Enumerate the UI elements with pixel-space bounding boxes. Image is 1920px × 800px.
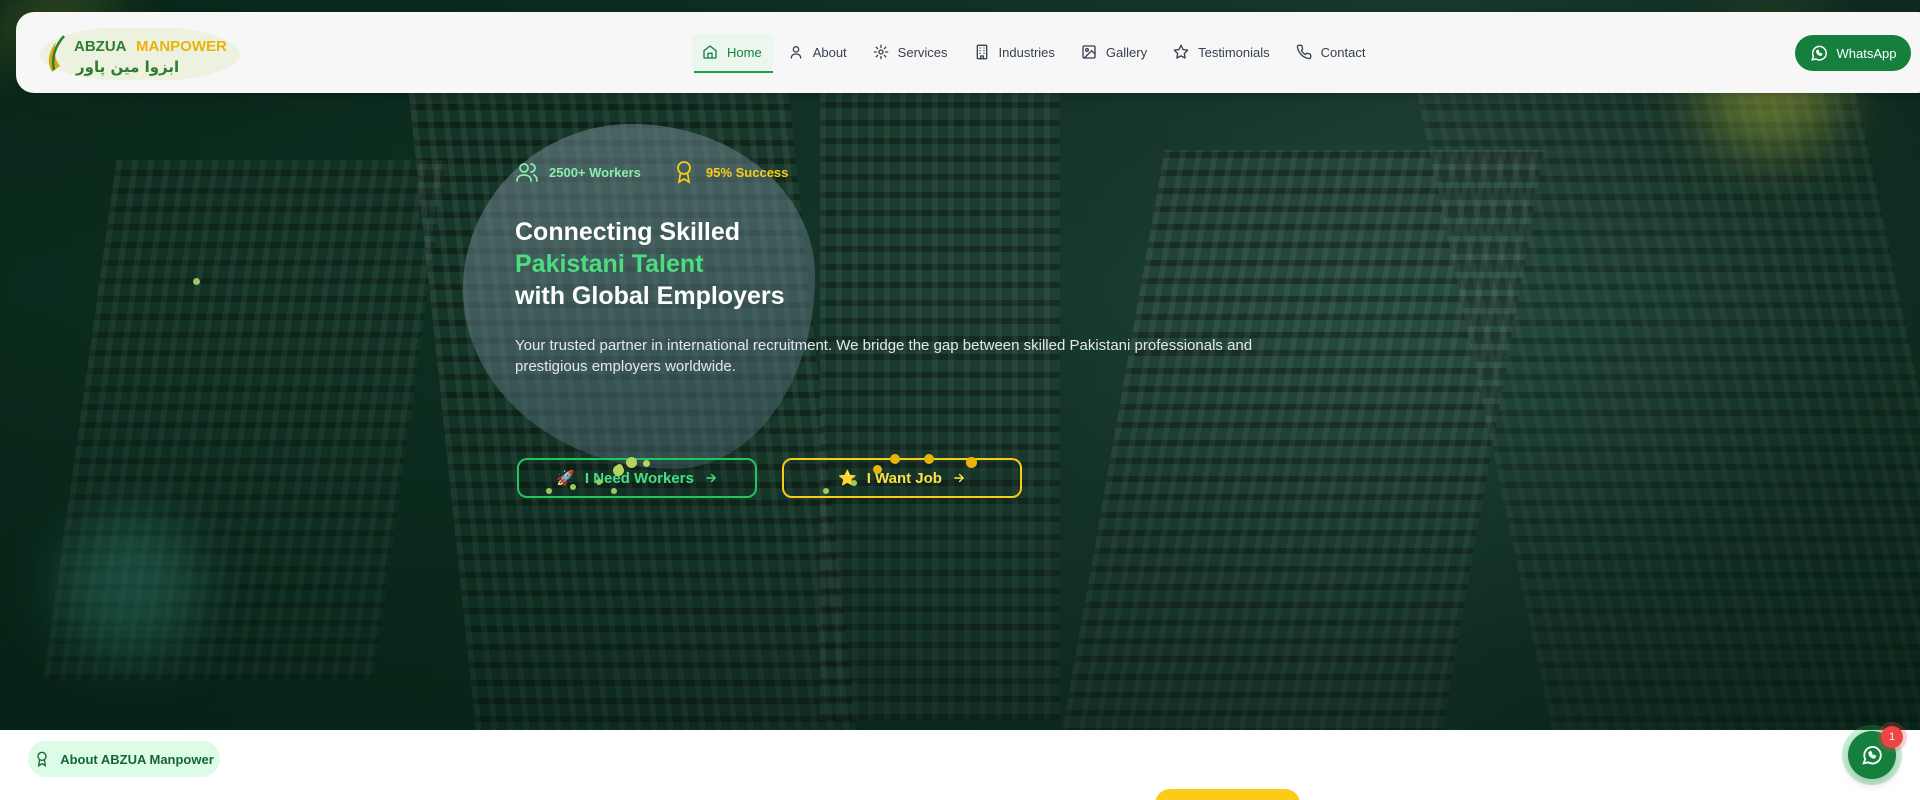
nav-contact[interactable]: Contact — [1286, 34, 1377, 70]
headline-line-3: with Global Employers — [515, 282, 785, 310]
arrow-right-icon — [954, 473, 965, 483]
whatsapp-button-label: WhatsApp — [1836, 45, 1897, 61]
award-icon — [37, 751, 47, 767]
notification-badge: 1 — [1881, 726, 1903, 748]
about-pill-label: About ABZUA Manpower — [60, 751, 214, 767]
decorative-dot — [570, 484, 576, 490]
svg-text:ABZUA: ABZUA — [74, 38, 127, 55]
navbar: ABZUA MANPOWER ابزوا مین پاور Home About… — [16, 12, 1920, 93]
phone-icon — [1296, 44, 1311, 60]
decorative-dot — [890, 454, 900, 464]
whatsapp-icon — [1810, 45, 1827, 61]
nav-testimonials[interactable]: Testimonials — [1163, 34, 1281, 70]
award-icon — [677, 161, 691, 184]
hero-headline: Connecting Skilled Pakistani Talent with… — [515, 216, 785, 312]
section-decoration — [1155, 789, 1300, 800]
users-icon — [516, 163, 538, 182]
star-icon — [1173, 44, 1189, 59]
want-job-button[interactable]: ⭐ I Want Job — [782, 458, 1022, 498]
nav-testimonials-label: Testimonials — [1198, 44, 1270, 60]
stat-success-label: 95% Success — [706, 164, 789, 180]
nav-about[interactable]: About — [778, 34, 858, 70]
headline-line-1: Connecting Skilled — [515, 218, 741, 246]
nav-about-label: About — [812, 44, 847, 60]
arrow-right-icon — [706, 473, 716, 483]
need-workers-button[interactable]: 🚀 I Need Workers — [517, 458, 757, 498]
decorative-dot — [193, 278, 200, 285]
decorative-dot — [924, 454, 934, 464]
image-icon — [1082, 45, 1096, 59]
main-nav: Home About Services Industries Gallery T… — [692, 34, 1381, 73]
decorative-dot — [966, 457, 977, 468]
hero-section: 2500+ Workers 95% Success Connecting Ski… — [0, 0, 1920, 730]
decorative-dot — [873, 465, 882, 474]
whatsapp-icon — [1862, 746, 1882, 765]
headline-line-2: Pakistani Talent — [515, 250, 704, 278]
stat-workers-label: 2500+ Workers — [549, 164, 641, 180]
decorative-dot — [596, 479, 602, 485]
decorative-dot — [546, 488, 552, 494]
decorative-dot — [823, 488, 829, 494]
decorative-dot — [626, 457, 637, 468]
company-logo[interactable]: ABZUA MANPOWER ابزوا مین پاور — [40, 28, 240, 80]
building-icon — [976, 44, 987, 60]
stat-workers: 2500+ Workers — [515, 160, 641, 184]
nav-services-label: Services — [897, 44, 948, 60]
nav-services[interactable]: Services — [863, 34, 959, 70]
svg-text:ابزوا مین پاور: ابزوا مین پاور — [75, 58, 179, 77]
nav-gallery-label: Gallery — [1105, 44, 1148, 60]
about-section-pill: About ABZUA Manpower — [28, 741, 220, 777]
nav-contact-label: Contact — [1320, 44, 1366, 60]
nav-gallery[interactable]: Gallery — [1071, 34, 1158, 70]
nav-industries-label: Industries — [998, 44, 1055, 60]
nav-industries[interactable]: Industries — [964, 34, 1066, 70]
home-icon — [703, 45, 717, 59]
decorative-dot — [643, 460, 650, 467]
decorative-dot — [611, 488, 617, 494]
gear-icon — [873, 44, 889, 60]
hero-subtitle: Your trusted partner in international re… — [515, 337, 1253, 375]
whatsapp-button[interactable]: WhatsApp — [1795, 35, 1911, 71]
decorative-dot — [613, 465, 624, 476]
decorative-dot — [851, 480, 857, 486]
stat-success: 95% Success — [672, 160, 788, 184]
nav-home[interactable]: Home — [692, 34, 773, 73]
svg-text:MANPOWER: MANPOWER — [136, 38, 227, 55]
nav-home-label: Home — [727, 44, 762, 60]
user-icon — [790, 46, 802, 59]
